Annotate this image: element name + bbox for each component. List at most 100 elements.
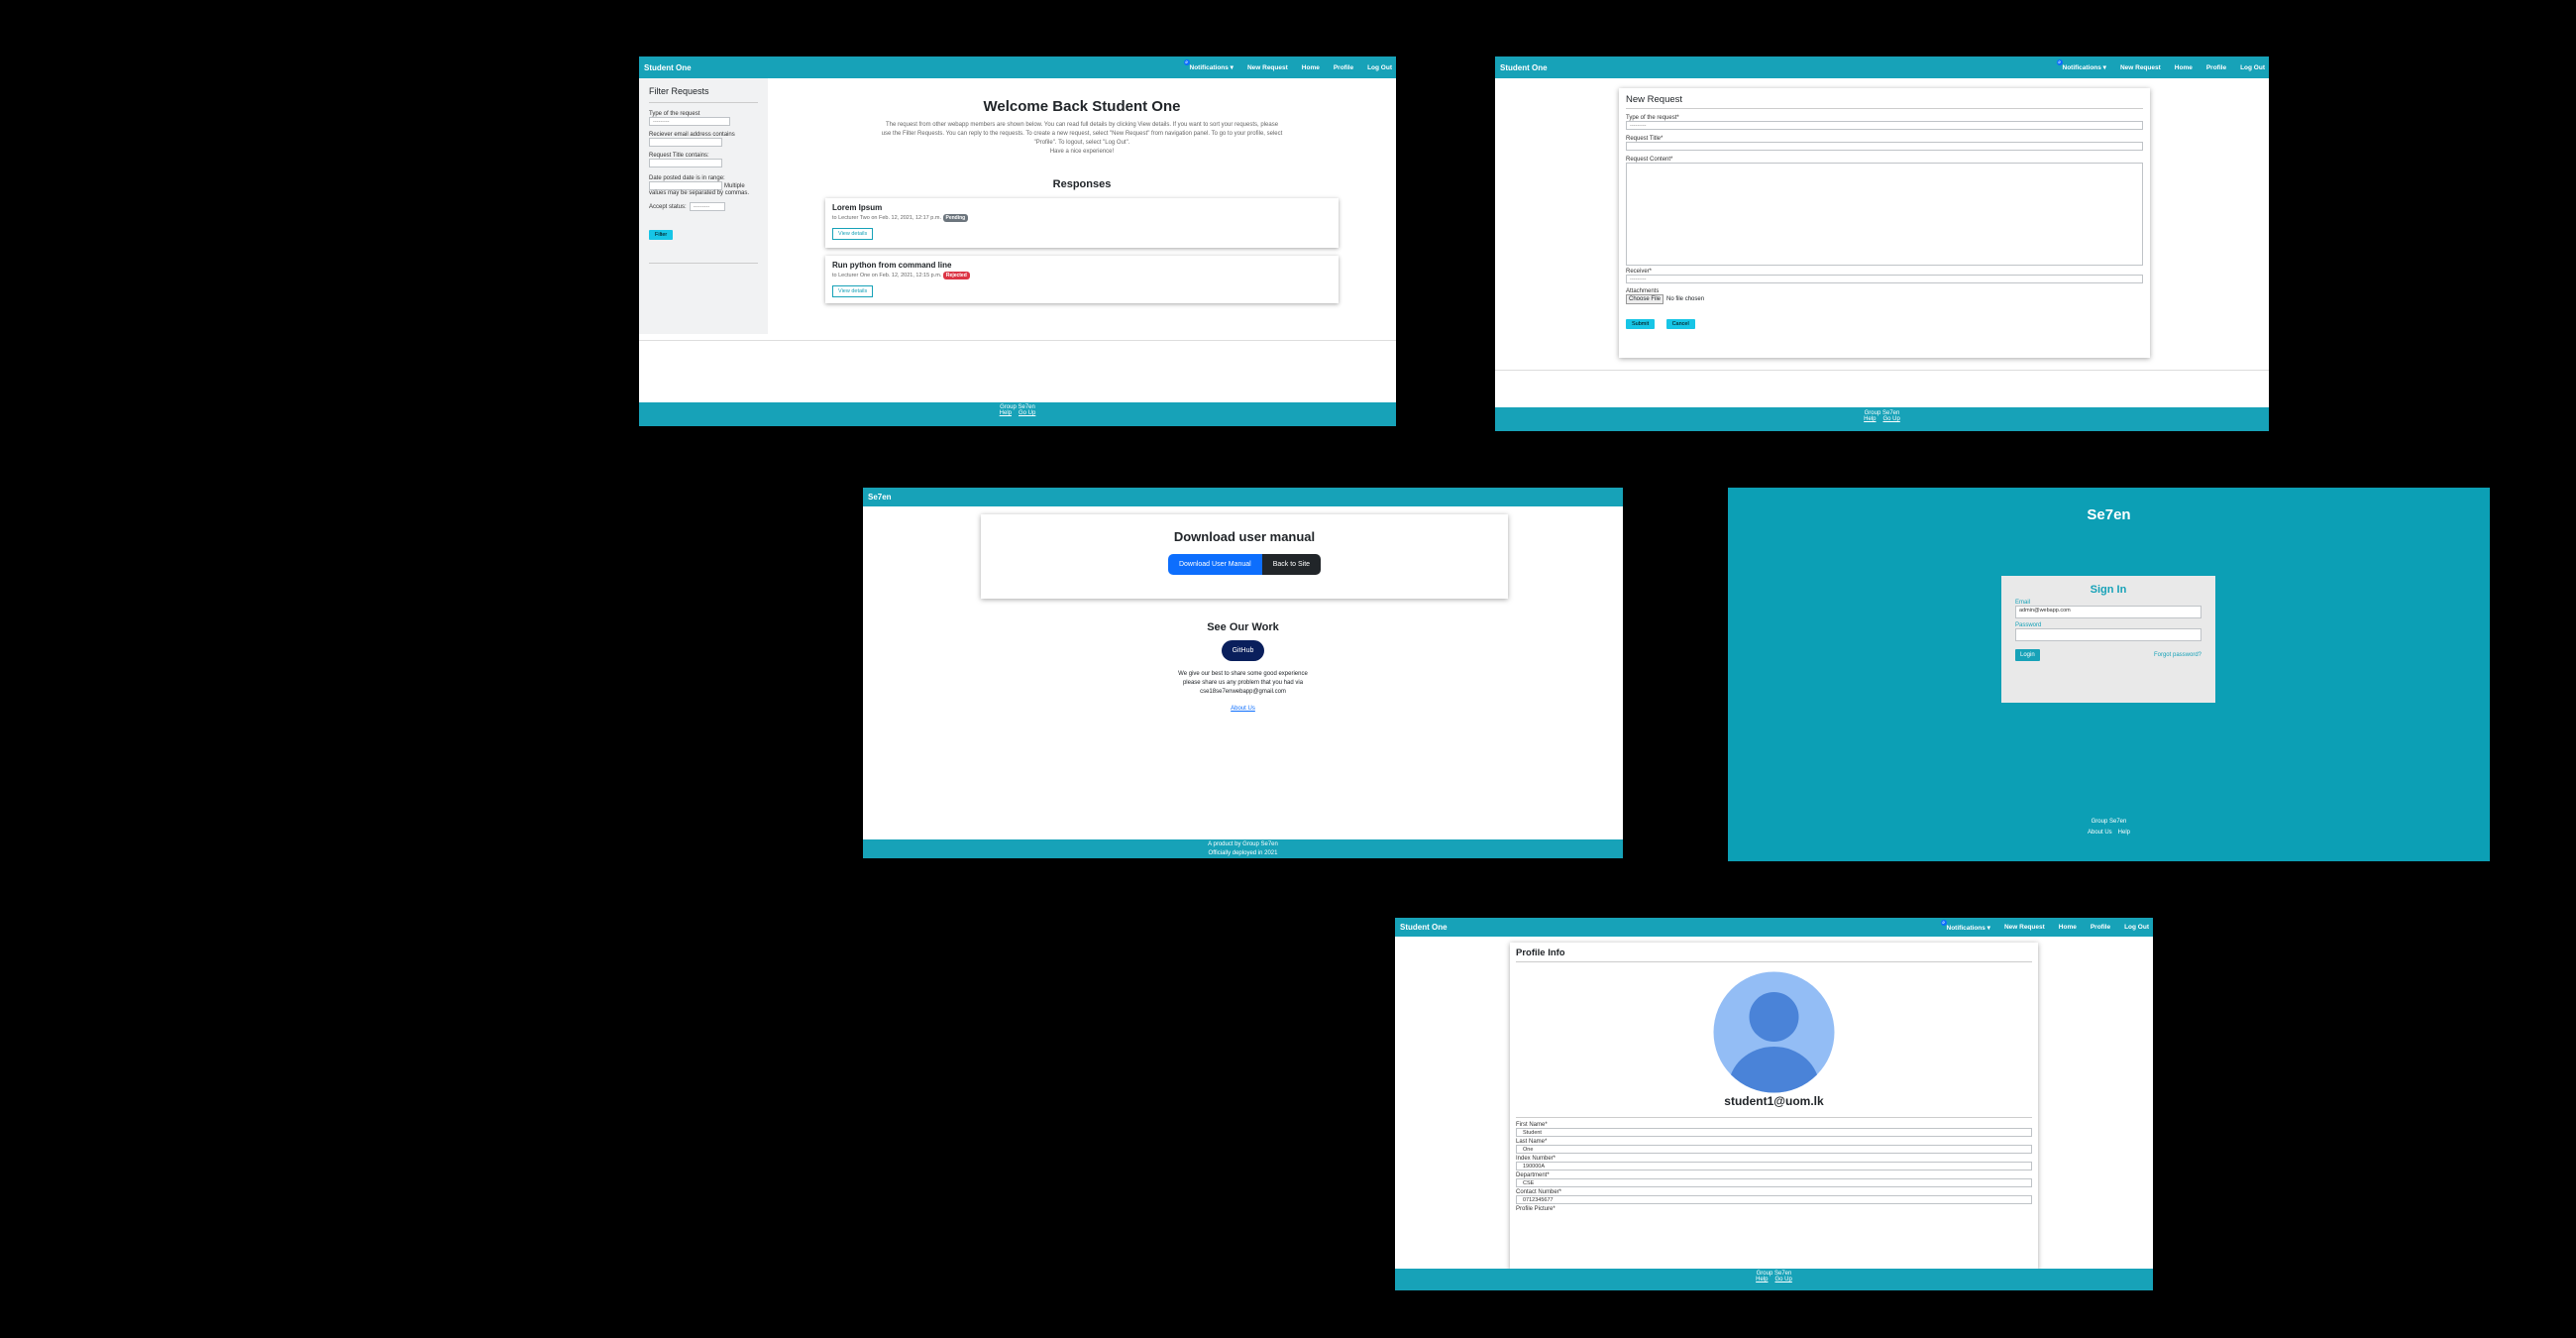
view-details-button[interactable]: View details: [832, 228, 874, 240]
filter-title: Filter Requests: [649, 86, 709, 96]
receiver-label: Reciever email address contains: [649, 132, 735, 138]
nav-notifications[interactable]: 0 Notifications ▾: [2056, 59, 2106, 71]
profile-email: student1@uom.lk: [1724, 1094, 1824, 1108]
response-card: Run python from command line to Lecturer…: [825, 256, 1339, 303]
footer-line2: Officially deployed in 2021: [1208, 850, 1278, 856]
footer-go-up-link[interactable]: Go Up: [1775, 1277, 1792, 1282]
download-title: Download user manual: [1173, 529, 1316, 544]
contact-text: We give our best to share some good expe…: [1178, 671, 1308, 695]
filter-button[interactable]: Filter: [649, 230, 674, 240]
see-our-work-title: See Our Work: [1207, 621, 1279, 633]
footer-go-up-link[interactable]: Go Up: [1883, 416, 1900, 422]
navbar-brand[interactable]: Student One: [1500, 63, 1548, 72]
nav-logout[interactable]: Log Out: [2240, 64, 2265, 71]
top-navbar: Student One 0 Notifications ▾ New Request…: [1395, 918, 2153, 937]
first-name-input[interactable]: Student: [1516, 1128, 2032, 1137]
top-navbar: Se7en: [863, 488, 1623, 506]
navbar-brand[interactable]: Student One: [1400, 923, 1448, 932]
title-label: Request Title contains:: [649, 153, 709, 159]
response-card: Lorem Ipsum to Lecturer Two on Feb. 12, …: [825, 198, 1339, 248]
new-request-title: New Request: [1626, 94, 1683, 105]
nav-home[interactable]: Home: [2175, 64, 2193, 71]
new-request-card: New Request Type of the request* -------…: [1619, 88, 2150, 358]
login-button[interactable]: Login: [2015, 649, 2040, 661]
nav-new-request[interactable]: New Request: [1247, 64, 1288, 71]
response-meta: to Lecturer One on Feb. 12, 2021, 12:15 …: [832, 273, 942, 279]
footer-go-up-link[interactable]: Go Up: [1019, 410, 1035, 416]
about-us-link[interactable]: About Us: [2088, 828, 2112, 838]
footer: Group Se7en Help Go Up: [1395, 1269, 2153, 1290]
submit-button[interactable]: Submit: [1626, 319, 1656, 329]
signin-card: Sign In Email admin@webapp.com Password …: [2001, 576, 2215, 703]
profile-title: Profile Info: [1516, 948, 1565, 958]
download-manual-button[interactable]: Download User Manual: [1167, 554, 1262, 575]
nav-home[interactable]: Home: [1302, 64, 1320, 71]
navbar-brand[interactable]: Student One: [644, 63, 692, 72]
filter-sidebar: Filter Requests Type of the request ----…: [639, 78, 768, 334]
dashboard-main: Welcome Back Student One The request fro…: [768, 78, 1396, 303]
title-input[interactable]: [649, 159, 722, 167]
nav-logout[interactable]: Log Out: [1367, 64, 1392, 71]
choose-file-button[interactable]: Choose File: [1626, 294, 1664, 304]
status-badge: Pending: [942, 214, 969, 222]
navbar-brand[interactable]: Se7en: [868, 493, 892, 502]
top-navbar: Student One 0 Notifications ▾ New Request…: [1495, 56, 2269, 78]
response-title: Lorem Ipsum: [832, 203, 883, 212]
footer-help-link[interactable]: Help: [1756, 1277, 1768, 1282]
welcome-heading: Welcome Back Student One: [983, 98, 1181, 115]
nav-new-request[interactable]: New Request: [2120, 64, 2161, 71]
footer-line1: A product by Group Se7en: [1208, 841, 1278, 847]
receiver-input[interactable]: [649, 138, 722, 147]
accept-select[interactable]: ---------: [689, 202, 725, 211]
multiple-text: Multiple: [724, 182, 745, 189]
password-input[interactable]: [2015, 628, 2201, 641]
contact-number-input[interactable]: 0712345677: [1516, 1195, 2032, 1204]
type-select[interactable]: ---------: [649, 117, 730, 126]
new-request-screen: Student One 0 Notifications ▾ New Request…: [1495, 56, 2269, 431]
content-textarea[interactable]: [1626, 163, 2143, 266]
separated-text: values may be separated by commas.: [649, 190, 750, 196]
profile-picture-label: Profile Picture*: [1516, 1206, 1556, 1212]
cancel-button[interactable]: Cancel: [1665, 319, 1695, 329]
intro-text: The request from other webapp members ar…: [881, 122, 1283, 155]
download-card: Download user manual Download User Manua…: [981, 514, 1508, 599]
footer-help-link[interactable]: Help: [1000, 410, 1012, 416]
signin-footer: Group Se7en About Us Help: [1728, 817, 2490, 838]
nav-notifications[interactable]: 0 Notifications ▾: [1940, 919, 1990, 932]
download-screen: Se7en Download user manual Download User…: [863, 488, 1623, 858]
dashboard-screen: Student One 0 Notifications ▾ New Request…: [639, 56, 1396, 426]
view-details-button[interactable]: View details: [832, 285, 874, 297]
back-to-site-button[interactable]: Back to Site: [1261, 554, 1322, 575]
nav-home[interactable]: Home: [2059, 924, 2077, 931]
nav-logout[interactable]: Log Out: [2124, 924, 2149, 931]
notification-badge: 0: [2056, 59, 2063, 65]
responses-title: Responses: [1052, 178, 1112, 190]
avatar: [1713, 971, 1835, 1093]
footer-help-link[interactable]: Help: [1864, 416, 1876, 422]
nav-profile[interactable]: Profile: [1334, 64, 1353, 71]
forgot-password-link[interactable]: Forgot password?: [2154, 652, 2201, 658]
receiver-select[interactable]: ---------: [1626, 275, 2143, 283]
type-select[interactable]: ---------: [1626, 121, 2143, 130]
nav-profile[interactable]: Profile: [2091, 924, 2110, 931]
help-link[interactable]: Help: [2118, 828, 2130, 838]
last-name-input[interactable]: One: [1516, 1145, 2032, 1154]
email-input[interactable]: admin@webapp.com: [2015, 606, 2201, 618]
accept-label: Accept status:: [649, 203, 687, 210]
index-number-input[interactable]: 190000A: [1516, 1162, 2032, 1171]
about-us-link[interactable]: About Us: [863, 706, 1623, 712]
github-button[interactable]: GitHub: [1221, 640, 1265, 661]
date-input[interactable]: [649, 181, 722, 190]
nav-new-request[interactable]: New Request: [2004, 924, 2045, 931]
profile-screen: Student One 0 Notifications ▾ New Request…: [1395, 918, 2153, 1290]
request-title-input[interactable]: [1626, 142, 2143, 151]
footer: Group Se7en Help Go Up: [1495, 407, 2269, 431]
nav-profile[interactable]: Profile: [2206, 64, 2226, 71]
signin-title: Sign In: [2090, 584, 2127, 596]
divider: [1495, 370, 2269, 371]
signin-brand: Se7en: [2087, 506, 2131, 523]
department-input[interactable]: CSE: [1516, 1178, 2032, 1187]
nav-notifications[interactable]: 0 Notifications ▾: [1183, 59, 1234, 71]
footer: A product by Group Se7en Officially depl…: [863, 839, 1623, 858]
response-title: Run python from command line: [832, 261, 952, 270]
